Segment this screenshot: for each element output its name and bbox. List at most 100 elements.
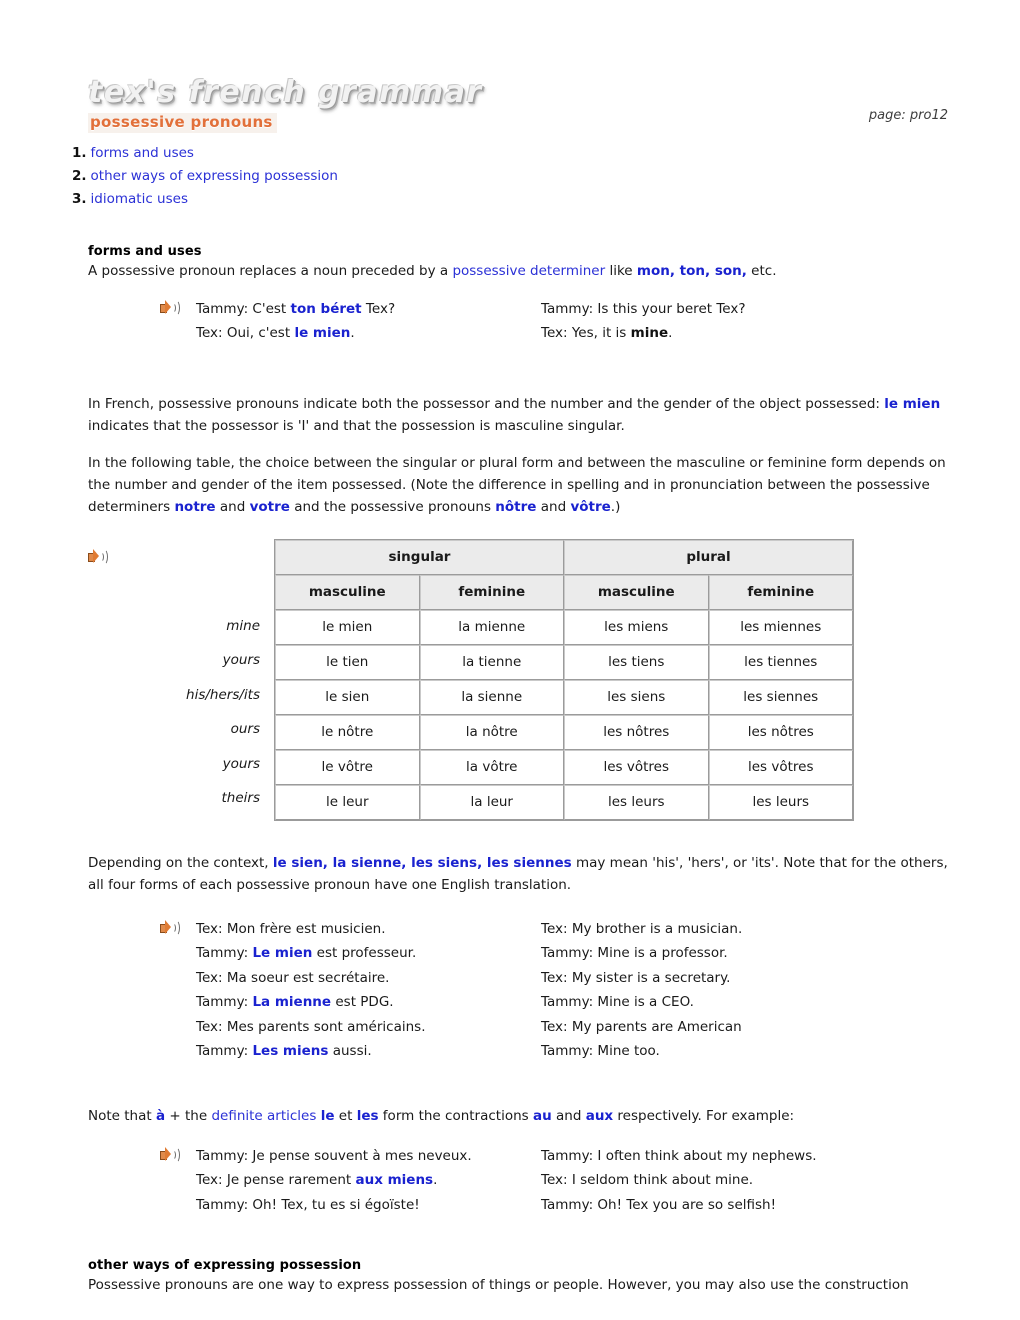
d1-fr2-b: .	[350, 325, 355, 342]
dialogue-3-columns: Tammy: Je pense souvent à mes neveux. Te…	[196, 1144, 948, 1218]
d3-fr2-b: .	[433, 1172, 438, 1189]
p4-d: et	[334, 1108, 357, 1125]
d2-fr4-a: Tammy:	[196, 994, 253, 1011]
paragraph-context-note: Depending on the context, le sien, la si…	[88, 853, 948, 897]
d3-fr2-a: Tex: Je pense rarement	[196, 1172, 356, 1189]
cell-mine-sg-masc: le mien	[275, 609, 420, 645]
dialogue-2-en-line-1: Tex: My brother is a musician.	[541, 920, 743, 937]
d2-fr3-a: Tex: Ma soeur est secrétaire.	[196, 969, 390, 986]
d1-fr1-bold: ton béret	[290, 300, 362, 317]
cell-ours-pl-masc: les nôtres	[564, 714, 709, 750]
heading-other-ways: other ways of expressing possession	[88, 1257, 362, 1273]
intro-text-b: like	[605, 262, 637, 279]
nav-item-1-link[interactable]: forms and uses	[91, 145, 194, 161]
header-pl-feminine: feminine	[708, 574, 853, 610]
table-row: le tien la tienne les tiens les tiennes	[275, 644, 853, 680]
nav-item-2-link[interactable]: other ways of expressing possession	[91, 168, 338, 184]
section-nav-list: 1. forms and uses 2. other ways of express…	[0, 142, 1020, 212]
p4-a-accent: à	[155, 1108, 166, 1125]
dialogue-2-fr-line-6: Tammy: Les miens aussi.	[196, 1039, 541, 1064]
cell-his-pl-fem: les siennes	[708, 679, 853, 715]
table-row: le vôtre la vôtre les vôtres les vôtres	[275, 749, 853, 785]
row-label-mine: mine	[226, 617, 260, 634]
dialogue-2-en-line-4: Tammy: Mine is a CEO.	[541, 994, 694, 1011]
d1-fr2-a: Tex: Oui, c'est	[196, 325, 295, 342]
dialogue-2-en-line-5: Tex: My parents are American	[541, 1018, 742, 1035]
d1-en2-a: Tex: Yes, it is	[541, 325, 631, 342]
d3-fr2-bold: aux miens	[355, 1172, 434, 1189]
cell-his-sg-fem: la sienne	[419, 679, 564, 715]
row-label-yours-pl: yours	[222, 755, 260, 772]
cell-mine-pl-masc: les miens	[564, 609, 709, 645]
dialogue-2-fr-line-5: Tex: Mes parents sont américains.	[196, 1015, 541, 1040]
speaker-icon[interactable]	[88, 548, 108, 565]
d3-fr3-a: Tammy: Oh! Tex, tu es si égoïste!	[196, 1197, 420, 1214]
dialogue-2-en-line-6: Tammy: Mine too.	[541, 1043, 660, 1060]
dialogue-3-audio-cell[interactable]	[160, 1144, 196, 1218]
speaker-icon[interactable]	[160, 919, 180, 936]
paragraph-contractions-note: Note that à + the definite articles le e…	[88, 1106, 948, 1128]
table-row-labels: mine yours his/hers/its ours yours their…	[160, 539, 274, 821]
d2-fr2-bold: Le mien	[252, 945, 313, 962]
possessive-determiner-link[interactable]: possessive determiner	[452, 263, 605, 279]
table-audio-cell[interactable]	[88, 539, 160, 821]
dialogue-2-audio-cell[interactable]	[160, 917, 196, 1064]
table-row: le mien la mienne les miens les miennes	[275, 609, 853, 645]
dialogue-3-en-line-2: Tex: I seldom think about mine.	[541, 1172, 754, 1189]
cell-yourspl-pl-fem: les vôtres	[708, 749, 853, 785]
cell-theirs-sg-masc: le leur	[275, 784, 420, 820]
row-label-ours: ours	[230, 721, 260, 738]
cell-ours-sg-masc: le nôtre	[275, 714, 420, 750]
dialogue-block-2: Tex: Mon frère est musicien. Tammy: Le m…	[88, 917, 948, 1064]
nav-item-2-number: 2.	[72, 168, 87, 185]
p4-e: form the contractions	[378, 1108, 533, 1125]
dialogue-1-audio-cell[interactable]	[160, 297, 196, 346]
nav-item-3[interactable]: 3. idiomatic uses	[72, 188, 1020, 211]
intro-text-c: etc.	[746, 262, 777, 279]
row-label-yours-sg: yours	[222, 652, 260, 669]
d2-fr4-b: est PDG.	[331, 994, 394, 1011]
dialogue-2-columns: Tex: Mon frère est musicien. Tammy: Le m…	[196, 917, 948, 1064]
dialogue-2-fr-line-3: Tex: Ma soeur est secrétaire.	[196, 966, 541, 991]
table-row: le leur la leur les leurs les leurs	[275, 784, 853, 820]
speaker-icon[interactable]	[160, 299, 180, 316]
d1-fr1-b: Tex?	[361, 300, 396, 317]
speaker-icon-wave-2	[100, 548, 108, 565]
nav-item-2[interactable]: 2. other ways of expressing possession	[72, 165, 1020, 188]
cell-theirs-pl-masc: les leurs	[564, 784, 709, 820]
d2-fr6-a: Tammy:	[196, 1043, 253, 1060]
d2-fr6-b: aussi.	[328, 1043, 372, 1060]
p3-bold: le sien, la sienne, les siens, les sienn…	[272, 854, 572, 871]
speaker-icon[interactable]	[160, 1146, 180, 1163]
d3-fr1-a: Tammy: Je pense souvent à mes neveux.	[196, 1147, 472, 1164]
cell-his-sg-masc: le sien	[275, 679, 420, 715]
dialogue-3-french-column: Tammy: Je pense souvent à mes neveux. Te…	[196, 1144, 541, 1218]
d1-en2-bold: mine	[630, 325, 669, 342]
p1-a: In French, possessive pronouns indicate …	[88, 395, 885, 412]
cell-yours-sg-masc: le tien	[275, 644, 420, 680]
d1-en2-b: .	[668, 325, 673, 342]
row-label-theirs: theirs	[221, 790, 261, 807]
cell-ours-sg-fem: la nôtre	[419, 714, 564, 750]
cell-mine-sg-fem: la mienne	[419, 609, 564, 645]
possessive-pronoun-table: singular plural masculine feminine mascu…	[274, 538, 854, 821]
p2-notre-circ: nôtre	[495, 499, 537, 516]
p2-votre: votre	[249, 499, 290, 516]
intro-examples: mon, ton, son,	[636, 262, 747, 279]
p4-au: au	[532, 1108, 552, 1125]
cell-yours-pl-masc: les tiens	[564, 644, 709, 680]
paragraph-forms-intro: A possessive pronoun replaces a noun pre…	[88, 261, 948, 283]
dialogue-1-french-column: Tammy: C'est ton béret Tex? Tex: Oui, c'…	[196, 297, 541, 346]
nav-item-3-link[interactable]: idiomatic uses	[91, 191, 188, 207]
page-content-lower: Depending on the context, le sien, la si…	[0, 853, 1020, 1297]
table-sub-header-row: masculine feminine masculine feminine	[275, 574, 853, 610]
dialogue-1-english-column: Tammy: Is this your beret Tex? Tex: Yes,…	[541, 297, 941, 346]
nav-item-1[interactable]: 1. forms and uses	[72, 142, 1020, 165]
paragraph-table-explanation: In the following table, the choice betwe…	[88, 453, 948, 519]
table-group-header-row: singular plural	[275, 539, 853, 575]
dialogue-2-english-column: Tex: My brother is a musician. Tammy: Mi…	[541, 917, 941, 1064]
nav-item-1-number: 1.	[72, 145, 87, 161]
definite-articles-link[interactable]: definite articles	[211, 1108, 316, 1124]
dialogue-1-en-line-1: Tammy: Is this your beret Tex?	[541, 297, 941, 322]
dialogue-2-fr-line-1: Tex: Mon frère est musicien.	[196, 917, 541, 942]
